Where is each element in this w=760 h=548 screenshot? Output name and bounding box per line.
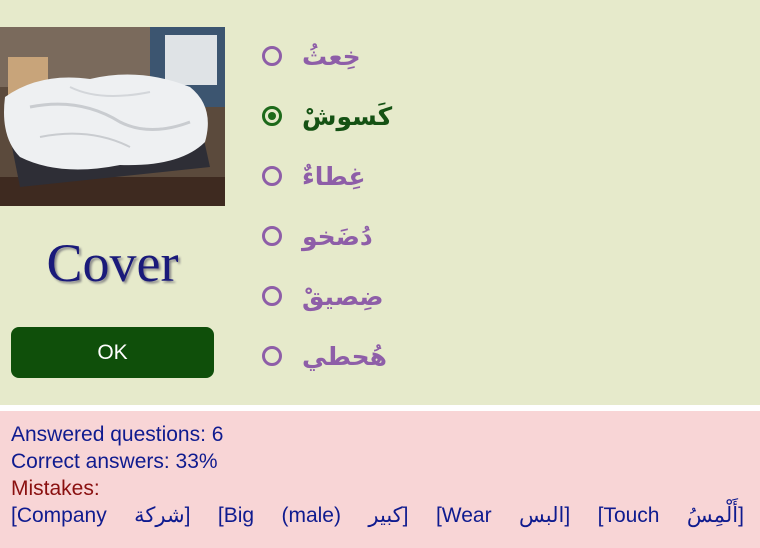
mistake-token: [Touch (597, 504, 660, 527)
radio-icon[interactable] (262, 226, 282, 246)
correct-percentage: Correct answers: 33% (11, 450, 218, 473)
answer-option-1[interactable]: خِعثُ (262, 30, 562, 82)
answer-option-label: خِعثُ (302, 41, 361, 71)
mistakes-label: Mistakes: (11, 477, 100, 500)
mistake-token: أَلْمِسُ] (686, 504, 744, 527)
answer-option-5[interactable]: ضِصيقْ (262, 270, 562, 322)
answer-option-4[interactable]: دُضَخو (262, 210, 562, 262)
answer-option-3[interactable]: غِطاءٌ (262, 150, 562, 202)
answer-option-label: هُحطي (302, 341, 387, 371)
answer-option-2[interactable]: كَسوشْ (262, 90, 562, 142)
stats-panel: Answered questions: 6 Correct answers: 3… (0, 411, 760, 548)
mistake-token: كبير] (368, 504, 409, 527)
mistake-token: [Wear (435, 504, 492, 527)
ok-button[interactable]: OK (11, 327, 214, 378)
bed-cover-illustration (0, 27, 225, 206)
answer-option-label: كَسوشْ (302, 101, 393, 131)
target-word: Cover (46, 233, 179, 293)
radio-icon[interactable] (262, 166, 282, 186)
answer-option-label: غِطاءٌ (302, 161, 366, 191)
mistake-token: (male) (281, 504, 341, 527)
mistakes-list: [Company شركة] [Big (male) كبير] [Wear ا… (11, 502, 744, 529)
answer-option-label: ضِصيقْ (302, 281, 384, 311)
mistake-token: [Big (217, 504, 255, 527)
quiz-panel: Cover OK خِعثُ كَسوشْ غِطاءٌ دُضَخو ضِصي… (0, 0, 760, 405)
radio-icon[interactable] (262, 346, 282, 366)
answer-option-6[interactable]: هُحطي (262, 330, 562, 382)
radio-checked-icon[interactable] (262, 106, 282, 126)
mistake-token: [Company (11, 504, 107, 527)
mistake-token: البس] (519, 504, 571, 527)
bed-cover-image (0, 27, 225, 206)
mistake-token: شركة] (134, 504, 191, 527)
radio-icon[interactable] (262, 286, 282, 306)
answer-option-label: دُضَخو (302, 221, 373, 251)
answered-count: Answered questions: 6 (11, 423, 224, 446)
radio-icon[interactable] (262, 46, 282, 66)
